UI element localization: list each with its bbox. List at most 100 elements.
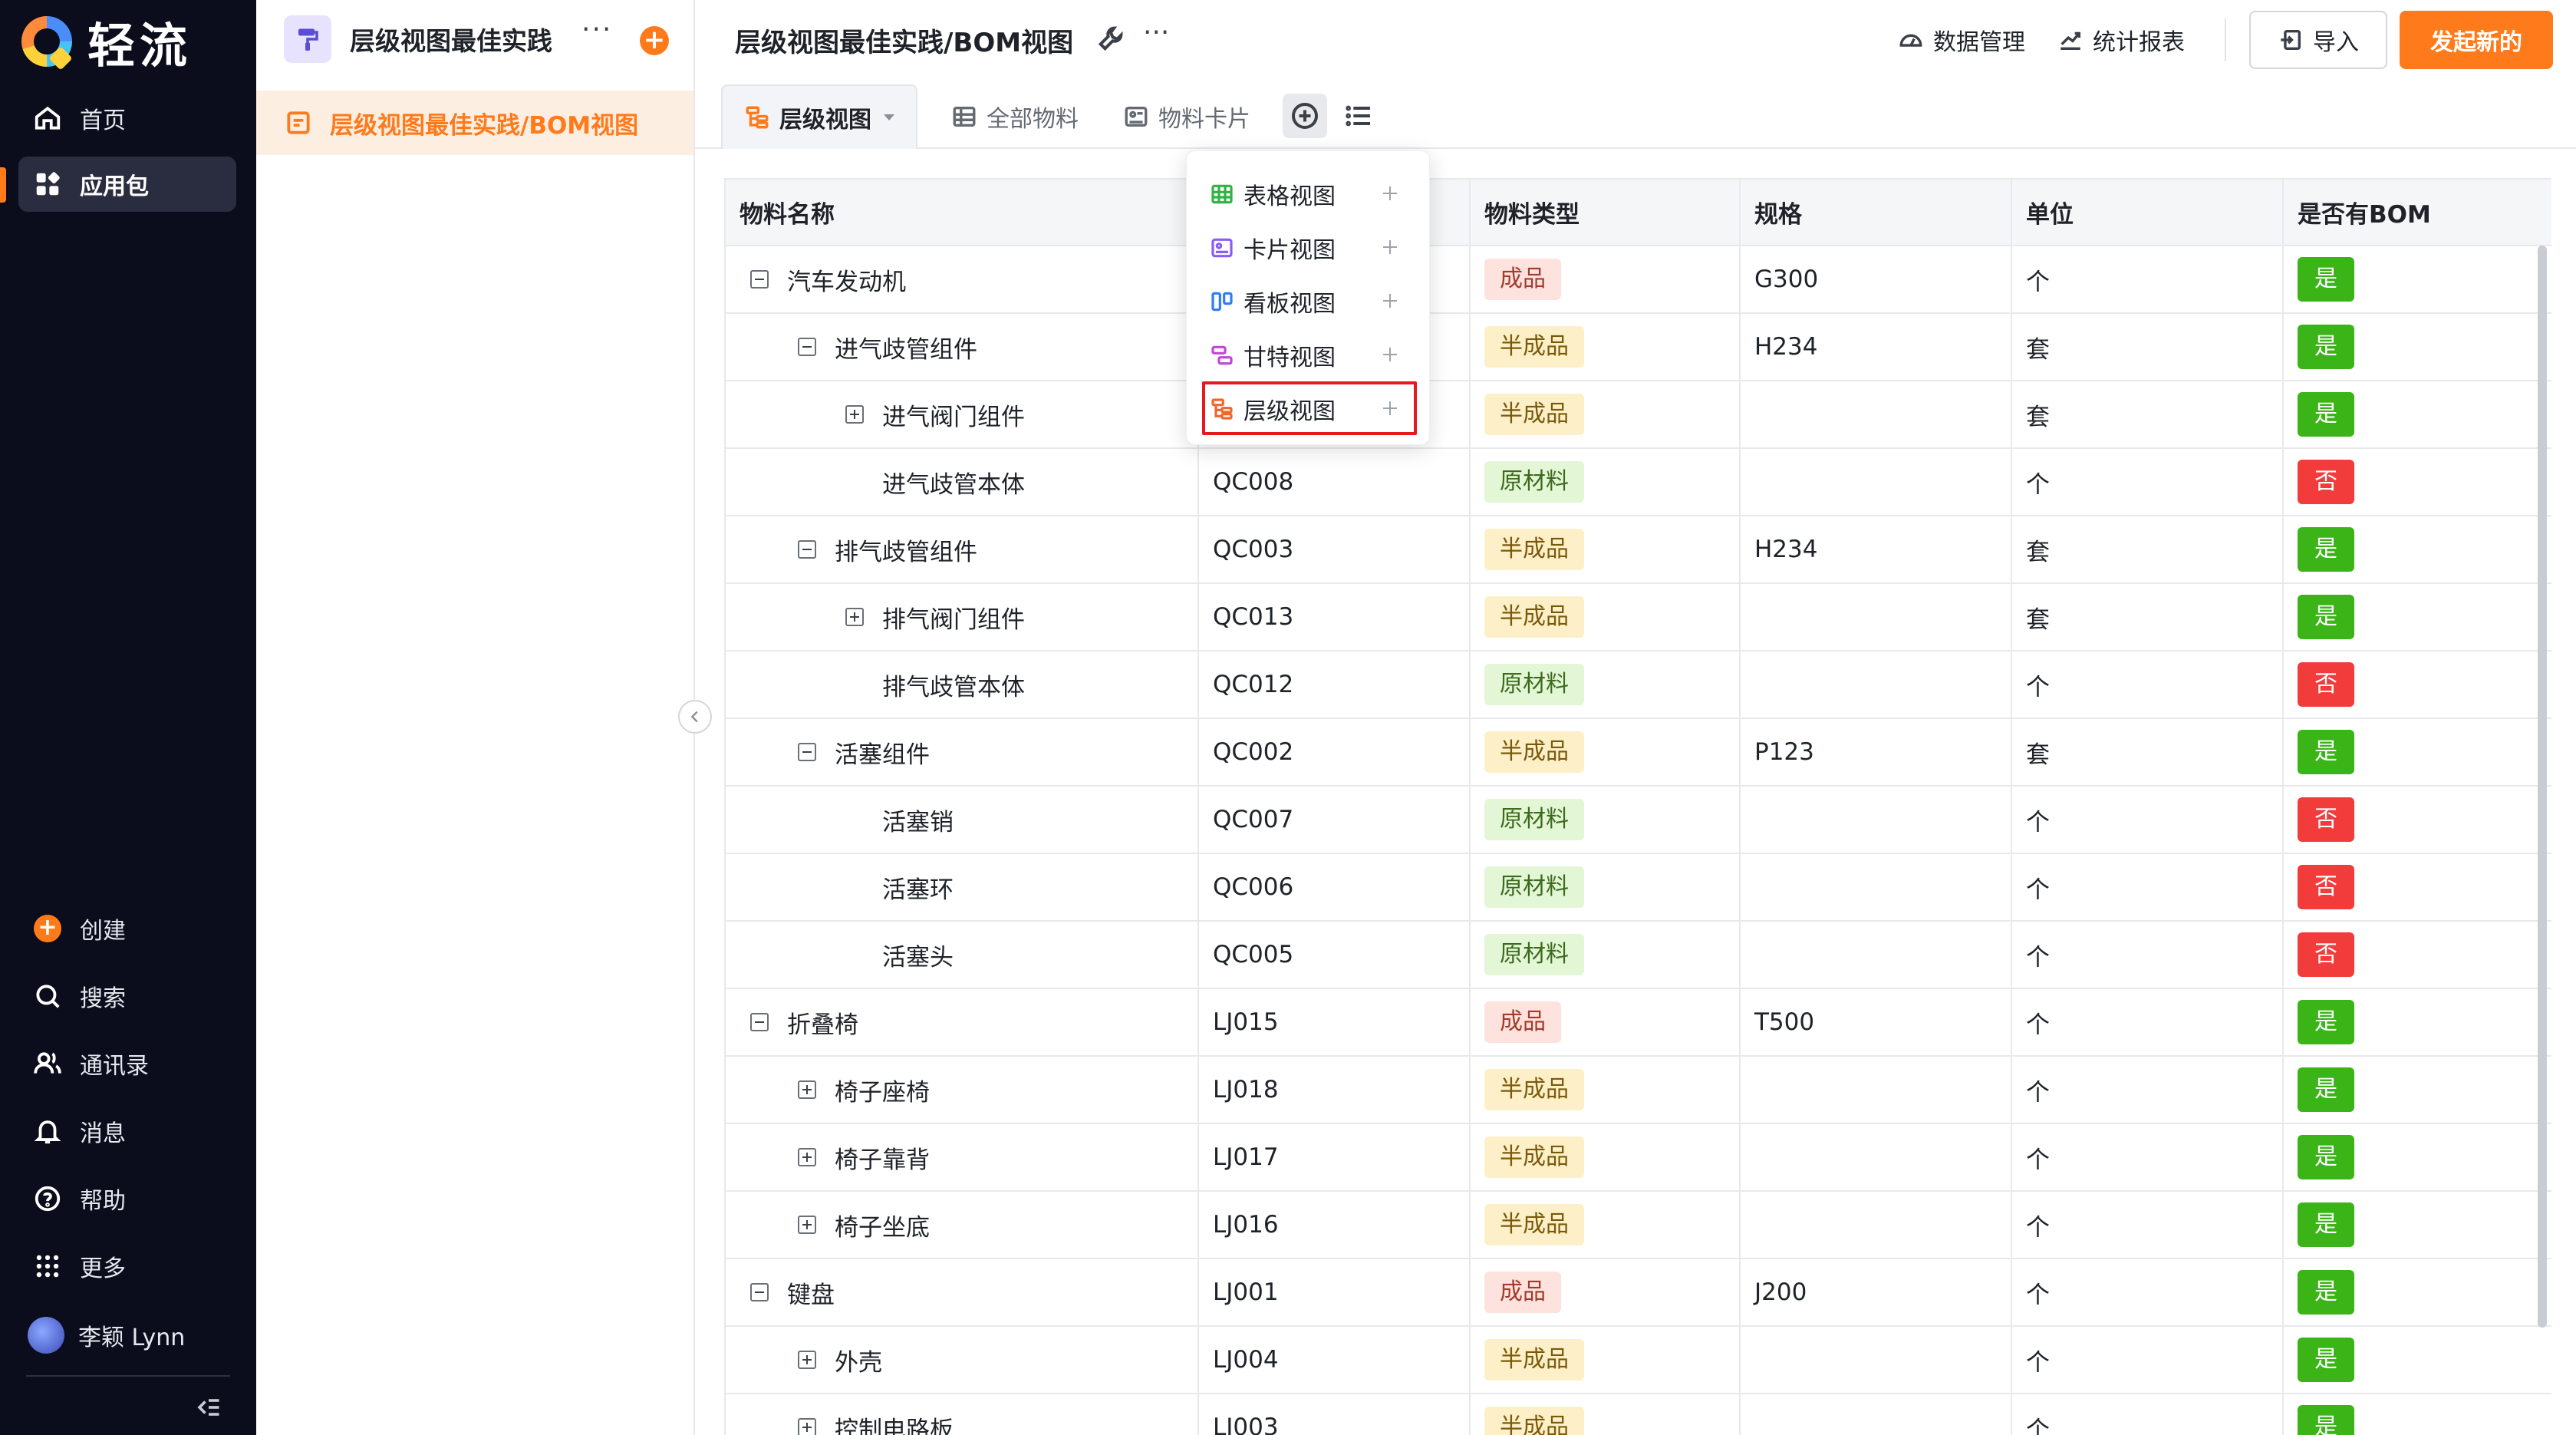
table-row[interactable]: 椅子座椅 LJ018 半成品 个是 <box>726 1056 2551 1124</box>
app-more-icon[interactable]: ··· <box>581 14 612 45</box>
material-type-tag: 成品 <box>1484 259 1561 300</box>
material-code: QC005 <box>1198 921 1471 989</box>
nav-contacts[interactable]: 通讯录 <box>18 1036 236 1091</box>
expand-icon[interactable] <box>798 1351 816 1369</box>
material-type-cell: 半成品 <box>1470 313 1741 381</box>
material-type-cell: 成品 <box>1470 246 1741 314</box>
material-name-cell: 活塞销 <box>726 786 1199 854</box>
add-icon[interactable] <box>1379 182 1402 205</box>
report-button[interactable]: 统计报表 <box>2057 23 2185 57</box>
expand-icon[interactable] <box>845 405 864 424</box>
spec <box>1740 381 2012 449</box>
settings-wrench-icon[interactable] <box>1095 23 1126 54</box>
add-icon[interactable] <box>1379 397 1402 420</box>
nav-more[interactable]: 更多 <box>18 1239 236 1294</box>
collapse-sidebar-icon[interactable] <box>195 1394 222 1421</box>
expand-icon[interactable] <box>798 1148 816 1166</box>
import-button[interactable]: 导入 <box>2249 11 2387 69</box>
add-view-button[interactable]: + <box>640 26 669 55</box>
view-item-bom[interactable]: 层级视图最佳实践/BOM视图 <box>256 91 693 155</box>
add-icon[interactable] <box>1379 236 1402 259</box>
collapse-icon[interactable] <box>750 1013 769 1031</box>
bom-status-badge: 是 <box>2298 1000 2354 1044</box>
has-bom-cell: 是 <box>2283 246 2551 314</box>
table-row[interactable]: 活塞环 QC006 原材料 个否 <box>726 853 2551 922</box>
table-row[interactable]: 汽车发动机QC001成品G300个是 <box>726 246 2551 314</box>
table-row[interactable]: 进气歧管组件QC004半成品H234套是 <box>726 313 2551 381</box>
data-manage-button[interactable]: 数据管理 <box>1898 23 2025 57</box>
dropdown-item-hierarchy-view[interactable]: 层级视图 <box>1210 384 1409 434</box>
tab-material-cards[interactable]: 物料卡片 <box>1102 84 1272 149</box>
add-icon[interactable] <box>1379 343 1402 366</box>
table-row[interactable]: 进气歧管本体 QC008 原材料 个否 <box>726 448 2551 516</box>
nav-apps[interactable]: 应用包 <box>18 157 236 212</box>
collapse-icon[interactable] <box>798 338 816 356</box>
table-row[interactable]: 控制电路板 LJ003 半成品 个是 <box>726 1394 2551 1435</box>
bom-status-badge: 否 <box>2298 662 2354 707</box>
user-profile[interactable]: 李颖 Lynn <box>18 1308 236 1363</box>
material-name: 外壳 <box>835 1348 882 1377</box>
table-row[interactable]: 活塞销 QC007 原材料 个否 <box>726 786 2551 854</box>
bom-status-badge: 否 <box>2298 932 2354 977</box>
table-row[interactable]: 进气阀门组件QC009半成品套是 <box>726 381 2551 449</box>
column-header[interactable]: 物料类型 <box>1470 180 1741 246</box>
dropdown-item-card-view[interactable]: 卡片视图 <box>1210 223 1409 272</box>
nav-create[interactable]: + 创建 <box>18 901 236 956</box>
bom-status-badge: 是 <box>2298 392 2354 437</box>
nav-messages[interactable]: 消息 <box>18 1103 236 1159</box>
apps-grid-icon <box>32 169 63 200</box>
material-type-tag: 原材料 <box>1484 664 1584 705</box>
column-header[interactable]: 是否有BOM <box>2283 180 2551 246</box>
table-row[interactable]: 键盘 LJ001 成品 J200 个是 <box>726 1259 2551 1327</box>
tab-all-materials[interactable]: 全部物料 <box>930 84 1100 149</box>
collapse-icon[interactable] <box>750 270 769 289</box>
table-row[interactable]: 椅子坐底 LJ016 半成品 个是 <box>726 1191 2551 1259</box>
vertical-scrollbar[interactable] <box>2538 246 2547 1328</box>
nav-help[interactable]: 帮助 <box>18 1171 236 1226</box>
material-code: LJ001 <box>1198 1259 1471 1327</box>
collapse-icon[interactable] <box>798 540 816 559</box>
bom-status-badge: 是 <box>2298 595 2354 639</box>
material-type-cell: 半成品 <box>1470 381 1741 449</box>
spec <box>1740 921 2012 989</box>
collapse-icon[interactable] <box>798 743 816 761</box>
table-row[interactable]: 排气歧管本体 QC012 原材料 个否 <box>726 651 2551 719</box>
view-list-button[interactable] <box>1336 94 1381 138</box>
title-more-icon[interactable]: ··· <box>1143 17 1169 48</box>
column-header[interactable]: 单位 <box>2011 180 2284 246</box>
table-row[interactable]: 排气歧管组件 QC003 半成品 H234 套是 <box>726 516 2551 584</box>
add-icon[interactable] <box>1379 289 1402 312</box>
brand-logo[interactable]: 轻流 <box>21 11 192 74</box>
dropdown-item-gantt-view[interactable]: 甘特视图 <box>1210 331 1409 380</box>
collapse-icon[interactable] <box>750 1283 769 1301</box>
table-row[interactable]: 折叠椅 LJ015 成品 T500 个是 <box>726 988 2551 1057</box>
table-row[interactable]: 排气阀门组件 QC013 半成品 套是 <box>726 583 2551 652</box>
expand-icon[interactable] <box>798 1418 816 1435</box>
bom-status-badge: 是 <box>2298 1202 2354 1247</box>
add-view-tab-button[interactable] <box>1283 94 1327 138</box>
material-name: 椅子坐底 <box>835 1213 930 1242</box>
start-new-button[interactable]: 发起新的 <box>2400 11 2553 69</box>
table-row[interactable]: 椅子靠背 LJ017 半成品 个是 <box>726 1123 2551 1192</box>
table-row[interactable]: 活塞头 QC005 原材料 个否 <box>726 921 2551 989</box>
nav-home[interactable]: 首页 <box>18 91 236 146</box>
header-divider <box>2225 18 2226 61</box>
spec: T500 <box>1740 988 2012 1057</box>
expand-icon[interactable] <box>798 1216 816 1234</box>
tab-hierarchy[interactable]: 层级视图 <box>721 84 917 149</box>
material-name-cell: 控制电路板 <box>726 1394 1199 1435</box>
dropdown-item-kanban-view[interactable]: 看板视图 <box>1210 277 1409 326</box>
column-header[interactable]: 规格 <box>1740 180 2012 246</box>
column-header[interactable]: 物料名称 <box>726 180 1199 246</box>
expand-icon[interactable] <box>845 608 864 626</box>
nav-search[interactable]: 搜索 <box>18 968 236 1024</box>
material-name: 排气歧管组件 <box>835 538 977 566</box>
table-icon <box>953 106 976 127</box>
material-name-cell: 汽车发动机 <box>726 246 1199 314</box>
panel-collapse-button[interactable] <box>678 700 712 734</box>
table-row[interactable]: 外壳 LJ004 半成品 个是 <box>726 1326 2551 1394</box>
dropdown-item-table-view[interactable]: 表格视图 <box>1210 170 1409 219</box>
expand-icon[interactable] <box>798 1080 816 1099</box>
chevron-down-icon[interactable] <box>884 114 894 120</box>
table-row[interactable]: 活塞组件 QC002 半成品 P123 套是 <box>726 718 2551 787</box>
